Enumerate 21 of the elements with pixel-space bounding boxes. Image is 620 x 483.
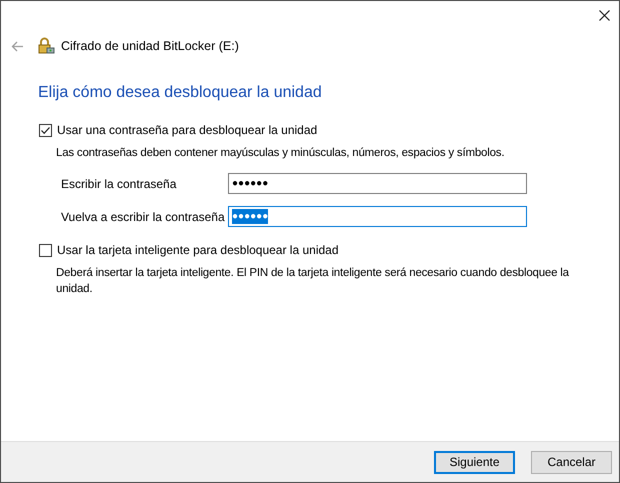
checkbox-label: Usar la tarjeta inteligente para desbloquear la unidad bbox=[57, 242, 339, 259]
checkbox-label: Usar una contraseña para desbloquear la unidad bbox=[57, 122, 318, 139]
dialog-button[interactable]: Cancelar bbox=[531, 450, 612, 474]
close-icon bbox=[598, 10, 610, 20]
checkbox[interactable] bbox=[39, 244, 52, 256]
password-value: ●●●●●● bbox=[232, 177, 268, 191]
drive-lock-icon bbox=[37, 37, 55, 55]
field-label: Escribir la contraseña bbox=[61, 176, 178, 192]
option-description: Deberá insertar la tarjeta inteligente. El PIN de la tarjeta inteligente será necesario cuando desbloquee la unidad. bbox=[56, 266, 570, 297]
checkmark-icon bbox=[40, 124, 51, 136]
window-title: Cifrado de unidad BitLocker (E:) bbox=[61, 38, 239, 55]
back-button[interactable] bbox=[10, 39, 24, 53]
password-field[interactable]: ●●●●●● bbox=[228, 173, 527, 194]
option-description: Las contraseñas deben contener mayúsculas y minúsculas, números, espacios y símbolos. bbox=[56, 146, 506, 161]
field-label: Vuelva a escribir la contraseña bbox=[61, 208, 226, 226]
back-arrow-icon bbox=[10, 40, 24, 52]
checkbox[interactable] bbox=[39, 124, 52, 136]
password-field[interactable]: ●●●●●● bbox=[228, 206, 527, 227]
page-heading: Elija cómo desea desbloquear la unidad bbox=[38, 83, 323, 103]
password-value: ●●●●●● bbox=[232, 209, 268, 224]
dialog-button[interactable]: Siguiente bbox=[434, 450, 515, 474]
